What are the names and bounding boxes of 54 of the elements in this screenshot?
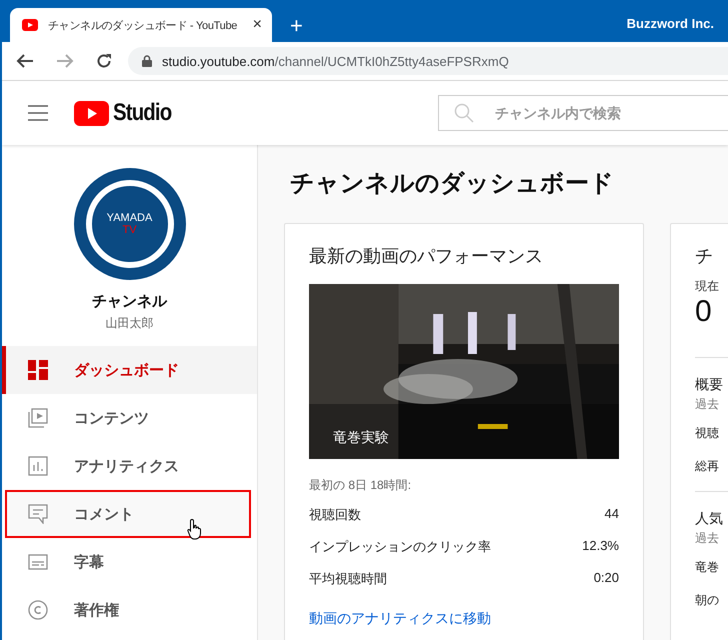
sidebar-item[interactable]: コメント <box>5 490 251 538</box>
youtube-logo-icon <box>74 100 109 126</box>
analytics-link[interactable]: 動画のアナリティクスに移動 <box>309 610 491 628</box>
tab-title: チャンネルのダッシュボード - YouTube <box>48 18 238 32</box>
stat-value: 0:20 <box>594 570 619 587</box>
stat-label: 視聴回数 <box>309 506 361 524</box>
subscribers-label: 現在 <box>695 278 720 295</box>
channel-title: チャンネル <box>92 292 167 311</box>
page-title: チャンネルのダッシュボード <box>290 169 615 199</box>
subtitles-icon <box>28 552 48 572</box>
video-title: 竜巻実験 <box>333 429 389 447</box>
video-thumbnail[interactable]: 竜巻実験 <box>309 284 619 459</box>
dashboard-icon <box>28 360 48 380</box>
hand-cursor-icon <box>187 518 203 540</box>
search-field[interactable]: チャンネル内で検索 <box>438 95 728 131</box>
profile-name: Buzzword Inc. <box>626 16 714 31</box>
bar-chart-icon <box>28 456 48 476</box>
period-label: 過去 <box>695 396 720 413</box>
youtube-icon <box>22 19 38 31</box>
channel-avatar[interactable]: YAMADA TV <box>74 168 186 280</box>
studio-logo-text: Studio <box>113 99 172 127</box>
channel-owner-name: 山田太郎 <box>106 315 154 332</box>
stat-label: 総再 <box>695 458 720 475</box>
subscriber-count: 0 <box>695 295 713 329</box>
sidebar-item[interactable]: 字幕 <box>2 538 257 586</box>
stat-value: 12.3% <box>582 538 619 555</box>
address-field[interactable]: studio.youtube.com/channel/UCMTkI0hZ5tty4aseFPSRxmQ <box>128 47 728 75</box>
lock-icon <box>142 55 152 67</box>
card-title: 最新の動画のパフォーマンス <box>309 245 544 268</box>
copyright-icon <box>28 600 48 620</box>
video-library-icon <box>28 408 48 428</box>
sidebar-item[interactable]: 著作権 <box>2 586 257 634</box>
reload-icon[interactable] <box>96 53 112 69</box>
period-label: 最初の 8日 18時間: <box>309 477 412 494</box>
sidebar-item[interactable]: アナリティクス <box>2 442 257 490</box>
browser-tab[interactable]: チャンネルのダッシュボード - YouTube × <box>10 8 272 42</box>
menu-icon[interactable] <box>28 105 48 121</box>
search-icon <box>454 103 474 123</box>
stat-label: 平均視聴時間 <box>309 570 387 588</box>
stat-value: 44 <box>604 506 619 523</box>
sidebar-item[interactable]: ダッシュボード <box>2 346 257 394</box>
card-title: チ <box>695 245 714 268</box>
new-tab-button[interactable]: + <box>290 15 303 37</box>
period-label: 過去 <box>695 530 720 547</box>
video-title[interactable]: 竜巻 <box>695 559 728 576</box>
stat-label: 視聴 <box>695 425 720 442</box>
sidebar-item[interactable]: コンテンツ <box>2 394 257 442</box>
section-title: 人気 <box>695 510 724 528</box>
stat-label: インプレッションのクリック率 <box>309 538 491 556</box>
section-title: 概要 <box>695 376 724 394</box>
close-tab-button[interactable]: × <box>252 16 262 34</box>
video-title[interactable]: 朝の <box>695 592 728 609</box>
back-icon[interactable] <box>16 53 34 69</box>
comment-icon <box>28 504 48 524</box>
